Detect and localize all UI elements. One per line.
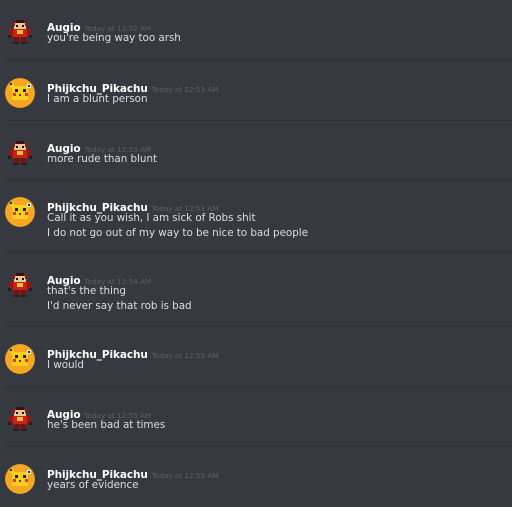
message-text: I am a blunt person bbox=[47, 93, 148, 105]
message-timestamp: Today at 12:53 AM bbox=[151, 85, 219, 94]
message-text: I do not go out of my way to be nice to … bbox=[47, 227, 308, 239]
red-robot-avatar-icon[interactable] bbox=[5, 138, 35, 168]
message-text: years of evidence bbox=[47, 479, 139, 491]
message-text: that's the thing bbox=[47, 285, 126, 297]
message-group: Augio Today at 12:53 AM more rude than blu… bbox=[0, 121, 512, 181]
chat-message-list: Augio Today at 12:52 AM you're being way t… bbox=[0, 0, 512, 507]
pikachu-avatar-icon[interactable] bbox=[5, 464, 35, 494]
message-text: more rude than blunt bbox=[47, 153, 158, 165]
message-group: Phijkchu_Pikachu Today at 12:55 AM years o… bbox=[0, 447, 512, 507]
message-group: Phijkchu_Pikachu Today at 12:53 AM Call it… bbox=[0, 180, 512, 240]
message-group: Augio Today at 12:55 AM he's been bad at t… bbox=[0, 387, 512, 447]
message-text: I would bbox=[47, 359, 84, 371]
message-timestamp: Today at 12:55 AM bbox=[151, 351, 219, 360]
message-text: Call it as you wish, I am sick of Robs s… bbox=[47, 212, 256, 224]
message-group: Phijkchu_Pikachu Today at 12:55 AM I would bbox=[0, 327, 512, 387]
pikachu-avatar-icon[interactable] bbox=[5, 344, 35, 374]
pikachu-avatar-icon[interactable] bbox=[5, 78, 35, 108]
red-robot-avatar-icon[interactable] bbox=[5, 404, 35, 434]
pikachu-avatar-icon[interactable] bbox=[5, 197, 35, 227]
message-text: I'd never say that rob is bad bbox=[47, 300, 192, 312]
message-group: Augio Today at 12:54 AM that's the thing I'… bbox=[0, 253, 512, 313]
message-text: he's been bad at times bbox=[47, 419, 166, 431]
message-text: you're being way too arsh bbox=[47, 32, 181, 44]
message-group: Augio Today at 12:52 AM you're being way t… bbox=[0, 0, 512, 60]
red-robot-avatar-icon[interactable] bbox=[5, 270, 35, 300]
message-group: Phijkchu_Pikachu Today at 12:53 AM I am a … bbox=[0, 61, 512, 121]
red-robot-avatar-icon[interactable] bbox=[5, 17, 35, 47]
message-timestamp: Today at 12:55 AM bbox=[151, 471, 219, 480]
